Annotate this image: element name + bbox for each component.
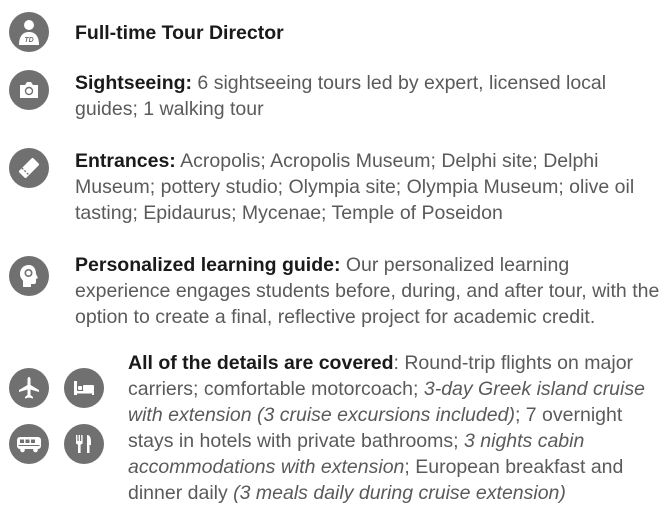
tour-director-icon: TD xyxy=(9,12,49,52)
inclusion-text: Entrances: Acropolis; Acropolis Museum; … xyxy=(75,148,666,226)
details-label: All of the details are covered xyxy=(128,352,394,374)
inclusion-label: Sightseeing: xyxy=(75,72,193,94)
bed-icon xyxy=(64,368,104,408)
ticket-icon xyxy=(9,148,49,188)
airplane-icon xyxy=(9,368,49,408)
inclusion-label: Personalized learning guide: xyxy=(75,254,341,276)
details-text: All of the details are covered: Round-tr… xyxy=(128,350,666,506)
inclusion-text: Personalized learning guide: Our persona… xyxy=(75,252,666,330)
dining-icon xyxy=(64,424,104,464)
inclusion-label: Entrances: xyxy=(75,150,176,172)
head-learning-icon xyxy=(9,256,49,296)
inclusion-label: Full-time Tour Director xyxy=(75,22,284,44)
svg-text:TD: TD xyxy=(24,37,33,44)
camera-icon xyxy=(9,70,49,110)
inclusion-text: Sightseeing: 6 sightseeing tours led by … xyxy=(75,70,666,122)
bus-icon xyxy=(9,424,49,464)
inclusion-text: Full-time Tour Director xyxy=(75,20,666,46)
details-segment-italic: (3 meals daily during cruise extension) xyxy=(233,482,566,504)
